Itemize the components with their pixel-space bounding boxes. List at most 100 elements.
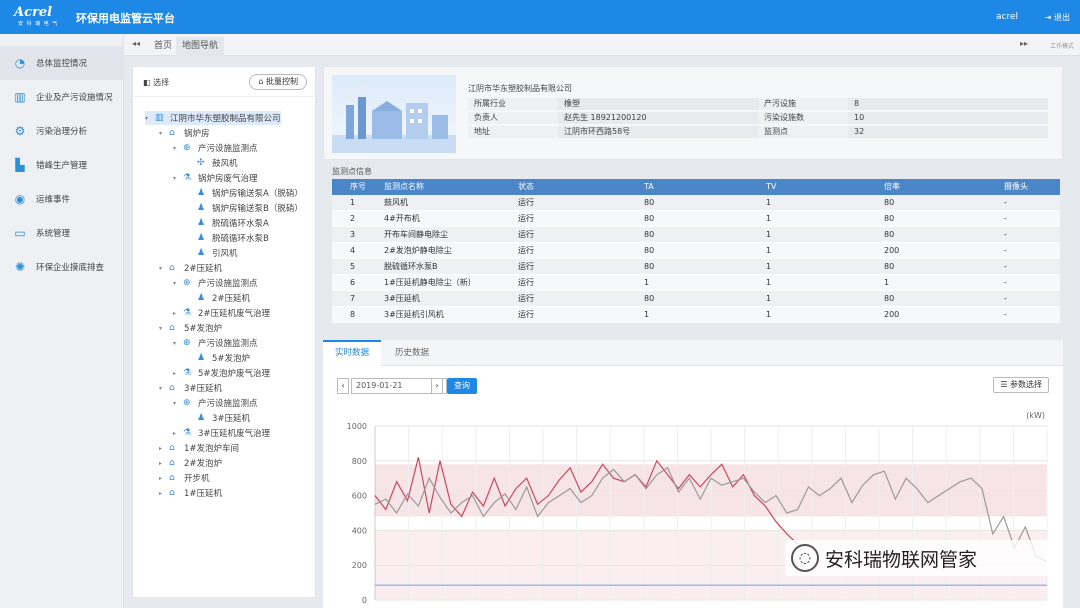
select-label[interactable]: ◧ 选择 [143, 77, 169, 88]
tree-node[interactable]: ▾ ⌂ 锅炉房 [159, 126, 210, 140]
expand-toggle-icon[interactable]: ▾ [159, 265, 169, 272]
expand-toggle-icon[interactable]: ▾ [159, 385, 169, 392]
tree-node-label: 脱硫循环水泵B [212, 234, 269, 244]
table-cell: 运行 [518, 230, 534, 239]
work-mode-dropdown[interactable]: 工作模式 [1050, 41, 1074, 50]
tree-node[interactable]: ▸ ⌂ 开步机 [159, 471, 210, 485]
tree-pump-icon: ♟ [197, 293, 206, 303]
tree-node[interactable]: ▸ ⌂ 1#发泡炉车间 [159, 441, 239, 455]
tree-node[interactable]: ▾ ⌂ 5#发泡炉 [159, 321, 222, 335]
tree-node[interactable]: ▾ ⊕ 产污设施监测点 [173, 141, 258, 155]
expand-toggle-icon[interactable]: ▸ [173, 430, 183, 437]
wifi-icon: ◉ [14, 192, 26, 206]
expand-toggle-icon[interactable]: ▸ [159, 460, 169, 467]
expand-toggle-icon[interactable]: ▾ [173, 340, 183, 347]
tree-node-label: 产污设施监测点 [198, 144, 258, 154]
table-header-cell: 序号 [350, 182, 366, 191]
sidebar-item-label: 环保企业摸底排查 [36, 263, 105, 273]
tree-target-icon: ⊕ [183, 398, 191, 408]
tree-node-label: 引风机 [212, 249, 238, 259]
table-cell: 1 [644, 310, 650, 319]
tab-map-navigation[interactable]: 地图导航 [176, 37, 225, 56]
table-row[interactable]: 7 3#压延机 运行 80 1 80 - [332, 291, 1060, 307]
company-info-row: 所属行业 橡塑 产污设施 8 [468, 98, 1048, 110]
tab-home[interactable]: 首页 [148, 37, 178, 56]
table-row[interactable]: 1 鼓风机 运行 80 1 80 - [332, 195, 1060, 211]
tab-scroll-right-icon[interactable]: ▸▸ [1020, 39, 1028, 48]
tree-node[interactable]: ♟ 锅炉房输送泵B（脱硝） [187, 201, 303, 215]
tree-node[interactable]: ♟ 脱硫循环水泵A [187, 216, 269, 230]
tree-node[interactable]: ▸ ⌂ 1#压延机 [159, 486, 222, 500]
table-row[interactable]: 8 3#压延机引风机 运行 1 1 200 - [332, 307, 1060, 323]
tab-history-data[interactable]: 历史数据 [383, 340, 441, 366]
tree-node[interactable]: ▾ ⚗ 锅炉房废气治理 [173, 171, 258, 185]
table-cell: 80 [644, 262, 655, 271]
sidebar-item-5[interactable]: ▭ 系统管理 [0, 216, 124, 250]
table-cell: 7 [350, 294, 356, 303]
table-cell: 运行 [518, 278, 534, 287]
tree-node-label: 2#压延机 [212, 294, 251, 304]
table-cell: 运行 [518, 214, 534, 223]
select-label-text: 选择 [153, 78, 170, 87]
info-label: 监测点 [758, 126, 848, 138]
tree-node[interactable]: ▸ ⚗ 2#压延机废气治理 [173, 306, 270, 320]
table-row[interactable]: 4 2#发泡炉静电除尘 运行 80 1 200 - [332, 243, 1060, 259]
logo-subtitle: 安 科 瑞 电 气 [18, 21, 59, 27]
table-row[interactable]: 2 4#开布机 运行 80 1 80 - [332, 211, 1060, 227]
info-value: 江阴市环西路58号 [558, 126, 758, 138]
table-row[interactable]: 6 1#压延机静电除尘（新） 运行 1 1 1 - [332, 275, 1060, 291]
tree-flask-icon: ⚗ [183, 368, 192, 378]
tab-realtime-data[interactable]: 实时数据 [323, 340, 382, 366]
tree-node[interactable]: ▸ ⚗ 3#压延机废气治理 [173, 426, 270, 440]
tree-home-icon: ⌂ [169, 323, 175, 333]
tree-node[interactable]: ▾ ⊕ 产污设施监测点 [173, 396, 258, 410]
tree-flask-icon: ⚗ [183, 428, 192, 438]
tree-node[interactable]: ✣ 鼓风机 [187, 156, 238, 170]
tree-node[interactable]: ♟ 3#压延机 [187, 411, 250, 425]
tree-node[interactable]: ♟ 锅炉房输送泵A（脱硝） [187, 186, 303, 200]
table-cell: - [1004, 278, 1007, 287]
sidebar-item-2[interactable]: ⚙ 污染治理分析 [0, 114, 124, 148]
table-cell: 80 [884, 198, 895, 207]
expand-toggle-icon[interactable]: ▸ [159, 490, 169, 497]
expand-toggle-icon[interactable]: ▸ [159, 475, 169, 482]
tree-node[interactable]: ▸ ⌂ 2#发泡炉 [159, 456, 222, 470]
tree-node[interactable]: ▾ ▥ 江阴市华东塑胶制品有限公司 [145, 111, 281, 125]
tree-node[interactable]: ▾ ⌂ 3#压延机 [159, 381, 222, 395]
tab-scroll-left-icon[interactable]: ◂◂ [132, 39, 140, 48]
expand-toggle-icon[interactable]: ▾ [173, 145, 183, 152]
table-row[interactable]: 5 脱硫循环水泵B 运行 80 1 80 - [332, 259, 1060, 275]
tree-building-icon: ▥ [155, 113, 164, 123]
info-value: 赵先生 18921200120 [558, 112, 758, 124]
tree-node-label: 锅炉房 [184, 129, 210, 139]
expand-toggle-icon[interactable]: ▾ [145, 115, 155, 122]
tree-node[interactable]: ♟ 2#压延机 [187, 291, 250, 305]
tree-node-label: 锅炉房废气治理 [198, 174, 258, 184]
table-row[interactable]: 3 开布车间静电除尘 运行 80 1 80 - [332, 227, 1060, 243]
sidebar-item-4[interactable]: ◉ 运维事件 [0, 182, 124, 216]
table-cell: 200 [884, 310, 900, 319]
expand-toggle-icon[interactable]: ▸ [173, 310, 183, 317]
tree-node[interactable]: ▾ ⊕ 产污设施监测点 [173, 336, 258, 350]
tree-node[interactable]: ♟ 脱硫循环水泵B [187, 231, 269, 245]
sidebar-item-6[interactable]: ✺ 环保企业摸底排查 [0, 250, 124, 284]
table-cell: 运行 [518, 310, 534, 319]
username[interactable]: acrel [996, 12, 1018, 22]
sidebar-item-0[interactable]: ◔ 总体监控情况 [0, 46, 124, 80]
expand-toggle-icon[interactable]: ▸ [173, 370, 183, 377]
tree-node[interactable]: ▾ ⊕ 产污设施监测点 [173, 276, 258, 290]
logout-button[interactable]: ⇥ 退出 [1045, 12, 1070, 23]
expand-toggle-icon[interactable]: ▾ [173, 280, 183, 287]
expand-toggle-icon[interactable]: ▾ [173, 400, 183, 407]
tree-node[interactable]: ▾ ⌂ 2#压延机 [159, 261, 222, 275]
tree-node[interactable]: ▸ ⚗ 5#发泡炉废气治理 [173, 366, 270, 380]
sidebar-item-3[interactable]: ▙ 错峰生产管理 [0, 148, 124, 182]
tree-node[interactable]: ♟ 5#发泡炉 [187, 351, 250, 365]
batch-control-button[interactable]: ⌂ 批量控制 [249, 74, 307, 90]
tree-node[interactable]: ♟ 引风机 [187, 246, 238, 260]
expand-toggle-icon[interactable]: ▸ [159, 445, 169, 452]
expand-toggle-icon[interactable]: ▾ [159, 130, 169, 137]
sidebar-item-1[interactable]: ▥ 企业及产污设施情况 [0, 80, 124, 114]
expand-toggle-icon[interactable]: ▾ [159, 325, 169, 332]
expand-toggle-icon[interactable]: ▾ [173, 175, 183, 182]
